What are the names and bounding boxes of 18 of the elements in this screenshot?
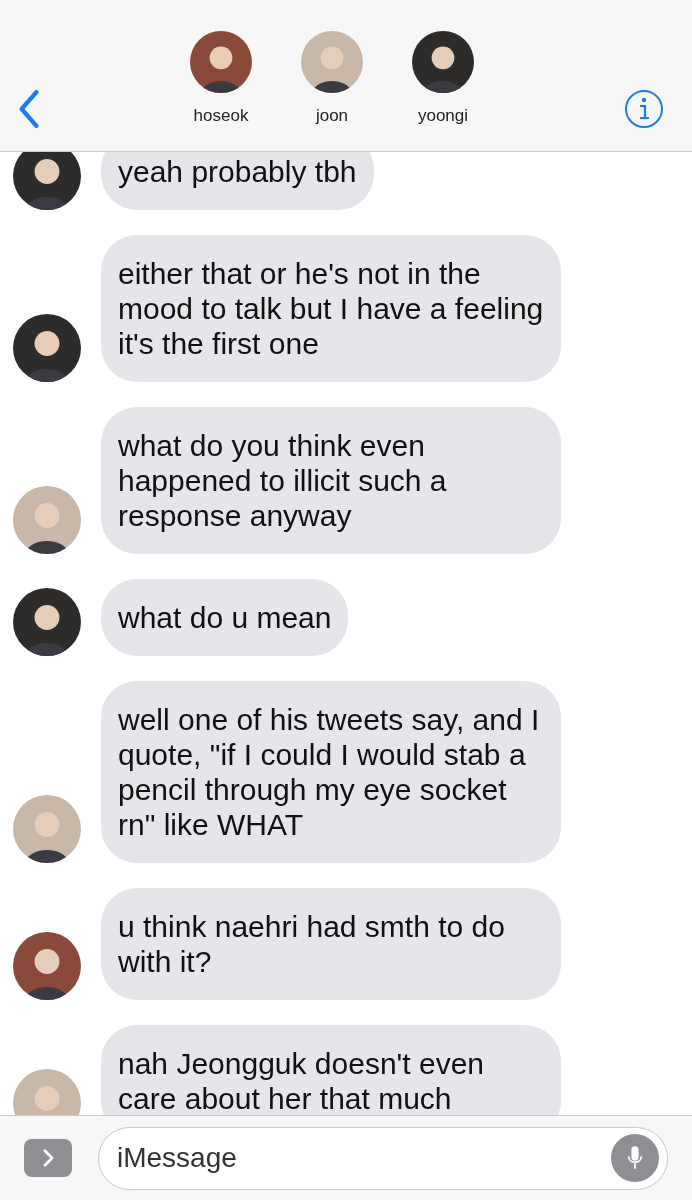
info-icon[interactable] — [624, 88, 664, 129]
message-bubble: yeah probably tbh — [101, 152, 374, 210]
participant-name: hoseok — [193, 104, 249, 127]
message-bubble: u think naehri had smth to do with it? — [101, 888, 561, 1000]
chevron-icon — [42, 1149, 54, 1167]
message-field[interactable]: iMessage — [98, 1126, 668, 1190]
message-bubble: nah Jeongguk doesn't even care about her that much — [101, 1025, 561, 1115]
message-bubble: either that or he's not in the mood to talk but I have a feeling it's the first one — [101, 235, 561, 382]
participant-name: joon — [315, 104, 349, 127]
microphone-icon — [626, 1144, 644, 1172]
message-input[interactable]: iMessage — [117, 1137, 611, 1179]
microphone-button[interactable] — [611, 1134, 659, 1182]
message-bubble: what do you think even happened to illicit such a response anyway — [101, 407, 561, 554]
back-icon[interactable] — [18, 89, 40, 128]
participant-name: yoongi — [417, 104, 469, 127]
apps-button[interactable] — [24, 1139, 72, 1177]
message-bubble: well one of his tweets say, and I quote, "if I could I would stab a pencil through my eye socket rn" like WHAT — [101, 681, 561, 863]
message-bubble: what do u mean — [101, 579, 349, 656]
